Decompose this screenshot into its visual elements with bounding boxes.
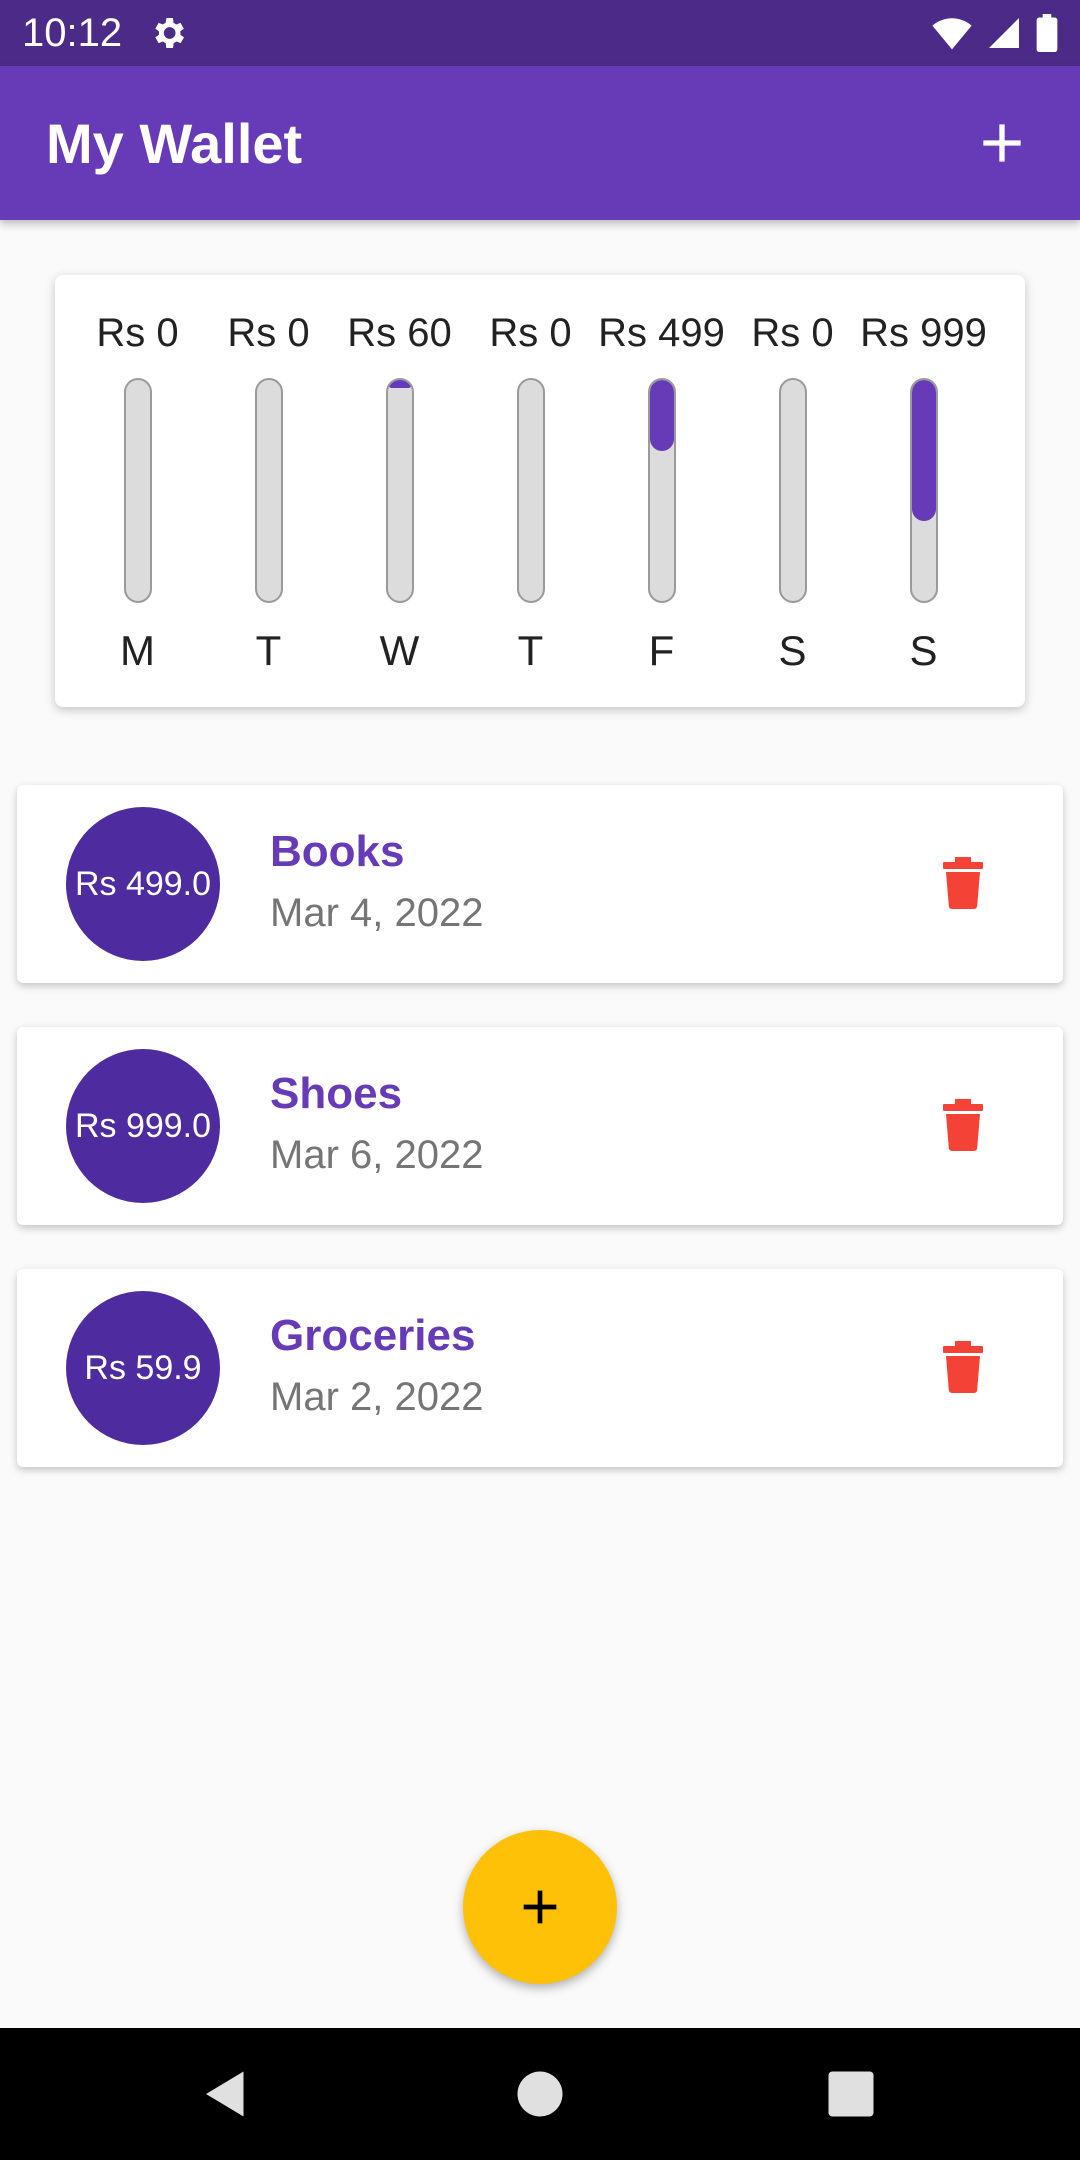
amount-avatar: Rs 59.9 <box>66 1291 220 1445</box>
page-title: My Wallet <box>46 111 303 175</box>
chart-bar <box>388 380 412 388</box>
chart-value-label: Rs 0 <box>96 311 179 355</box>
chart-value-label: Rs 0 <box>489 311 572 355</box>
chart-value-label: Rs 999 <box>860 311 987 355</box>
recents-icon[interactable] <box>821 2064 881 2124</box>
status-bar: 10:12 <box>0 0 1080 66</box>
chart-value-label: Rs 0 <box>227 311 310 355</box>
chart-bar <box>912 380 936 521</box>
chart-value-label: Rs 0 <box>751 311 834 355</box>
add-fab-button[interactable] <box>463 1830 617 1984</box>
transaction-date: Mar 6, 2022 <box>270 1133 484 1177</box>
transaction-title: Groceries <box>270 1311 476 1360</box>
status-time: 10:12 <box>22 10 123 55</box>
chart-bar-track <box>124 378 152 603</box>
wifi-icon <box>932 18 972 50</box>
chart-day-label: M <box>120 627 155 674</box>
trash-icon <box>943 1099 983 1151</box>
chart-bar <box>650 380 674 451</box>
screen: 10:12 My Wallet Rs 0 M Rs 0 T Rs 60 W Rs… <box>0 0 1080 2160</box>
amount-avatar: Rs 499.0 <box>66 807 220 961</box>
chart-day-label: F <box>648 627 675 674</box>
chart-day-3: Rs 0 T <box>465 275 596 707</box>
delete-button[interactable] <box>943 1099 983 1151</box>
chart-day-5: Rs 0 S <box>727 275 858 707</box>
chart-bar-track <box>779 378 807 603</box>
status-icons <box>932 14 1058 52</box>
chart-bar-track <box>517 378 545 603</box>
chart-day-6: Rs 999 S <box>858 275 989 707</box>
chart-bar-track <box>648 378 676 603</box>
transaction-title: Books <box>270 827 405 876</box>
chart-value-label: Rs 60 <box>347 311 452 355</box>
delete-button[interactable] <box>943 857 983 909</box>
weekly-chart: Rs 0 M Rs 0 T Rs 60 W Rs 0 T Rs 499 F Rs… <box>55 275 1025 707</box>
transaction-title: Shoes <box>270 1069 403 1118</box>
app-bar: My Wallet <box>0 66 1080 220</box>
chart-bar-track <box>255 378 283 603</box>
chart-bar-track <box>386 378 414 603</box>
amount-avatar: Rs 999.0 <box>66 1049 220 1203</box>
chart-day-0: Rs 0 M <box>72 275 203 707</box>
back-icon[interactable] <box>196 2064 256 2124</box>
chart-day-label: W <box>379 627 420 674</box>
transaction-card: Rs 59.9 Groceries Mar 2, 2022 <box>17 1269 1063 1467</box>
delete-button[interactable] <box>943 1341 983 1393</box>
chart-day-2: Rs 60 W <box>334 275 465 707</box>
chart-bar-track <box>910 378 938 603</box>
transaction-card: Rs 499.0 Books Mar 4, 2022 <box>17 785 1063 983</box>
trash-icon <box>943 1341 983 1393</box>
chart-day-label: T <box>517 627 544 674</box>
plus-icon <box>523 1890 557 1924</box>
chart-value-label: Rs 499 <box>598 311 725 355</box>
chart-day-4: Rs 499 F <box>596 275 727 707</box>
transaction-card: Rs 999.0 Shoes Mar 6, 2022 <box>17 1027 1063 1225</box>
chart-day-label: S <box>778 627 807 674</box>
chart-day-label: T <box>255 627 282 674</box>
chart-day-label: S <box>909 627 938 674</box>
system-nav-bar <box>0 2028 1080 2160</box>
plus-icon <box>983 124 1021 162</box>
home-icon[interactable] <box>510 2064 570 2124</box>
trash-icon <box>943 857 983 909</box>
battery-icon <box>1036 14 1058 52</box>
gear-icon <box>155 18 185 48</box>
signal-icon <box>989 18 1019 48</box>
transaction-date: Mar 2, 2022 <box>270 1375 484 1419</box>
transaction-date: Mar 4, 2022 <box>270 891 484 935</box>
chart-day-1: Rs 0 T <box>203 275 334 707</box>
add-transaction-button[interactable] <box>970 111 1034 175</box>
